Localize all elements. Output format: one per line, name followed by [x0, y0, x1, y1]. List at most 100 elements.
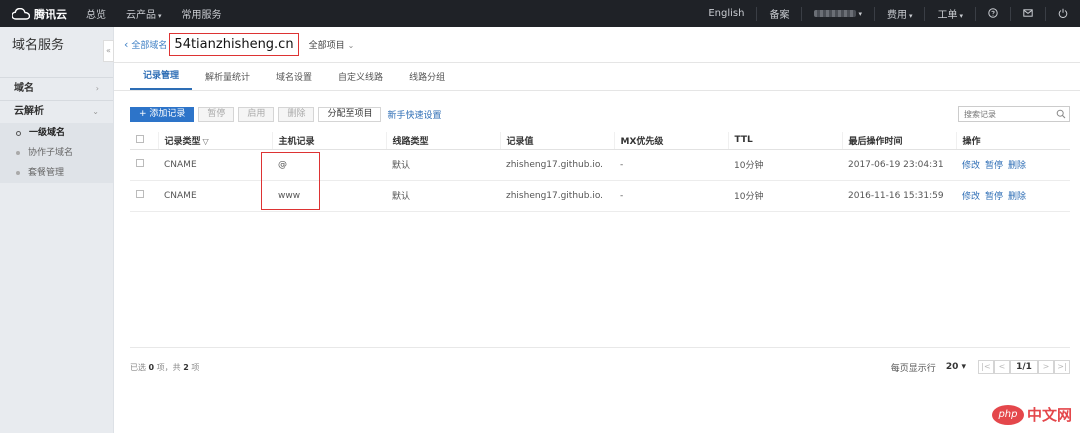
blurred-account-name — [814, 9, 857, 17]
edit-link[interactable]: 修改 — [962, 192, 980, 202]
delete-link[interactable]: 删除 — [1008, 161, 1026, 171]
power-button[interactable] — [1046, 8, 1080, 19]
sidebar-item-primary-domain[interactable]: 一级域名 — [0, 123, 113, 143]
nav-ticket-label: 工单 — [937, 10, 958, 21]
pause-link[interactable]: 暂停 — [985, 192, 1003, 202]
page-size-label: 每页显示行 — [890, 363, 936, 374]
tab-custom-lines[interactable]: 自定义线路 — [325, 70, 396, 90]
chevron-left-icon: < — [998, 362, 1006, 371]
add-record-button[interactable]: + 添加记录 — [130, 107, 195, 122]
sidebar-item-domain[interactable]: 域名 › — [0, 78, 113, 100]
table-footer: 已选 0 项，共 2 项 每页显示行 20 ▾ |< < 1/1 > >| — [130, 347, 1070, 387]
nav-common-services[interactable]: 常用服务 — [172, 6, 232, 21]
top-nav-right: English 备案 ▾ 费用 ▾ 工单 ▾ — [696, 0, 1080, 27]
nav-account[interactable]: ▾ — [802, 8, 874, 19]
nav-fee-label: 费用 — [886, 10, 907, 21]
summary-mid: 项，共 — [156, 363, 181, 372]
breadcrumb: ‹ 全部域名 54tianzhisheng.cn 全部项目 ⌄ — [114, 27, 1080, 63]
brand-logo[interactable]: 腾讯云 — [0, 6, 76, 22]
summary-post: 项 — [191, 363, 200, 372]
sidebar: 域名服务 « 域名 › 云解析 ⌄ 一级域名 协作子域名 套餐管理 — [0, 27, 114, 433]
first-page-button[interactable]: |< — [978, 360, 994, 374]
cell-line: 默认 — [386, 180, 500, 212]
cell-value: zhisheng17.github.io. — [500, 180, 614, 212]
pagination: 每页显示行 20 ▾ |< < 1/1 > >| — [891, 360, 1070, 374]
nav-ticket[interactable]: 工单 ▾ — [925, 6, 975, 21]
nav-beian[interactable]: 备案 — [757, 6, 801, 21]
records-table: 记录类型 ▽ 主机记录 线路类型 记录值 MX优先级 TTL 最后操作时间 操作 … — [130, 132, 1070, 212]
watermark-text: 中文网 — [1026, 406, 1072, 424]
table-row: CNAME @ 默认 zhisheng17.github.io. - 10分钟 … — [130, 149, 1070, 181]
chevron-right-icon: > — [1042, 362, 1050, 371]
nav-fee[interactable]: 费用 ▾ — [875, 6, 925, 21]
bullet-icon — [16, 151, 20, 155]
sidebar-item-dns[interactable]: 云解析 ⌄ — [0, 101, 113, 123]
page-size-select[interactable]: 20 ▾ — [946, 362, 966, 372]
tab-statistics[interactable]: 解析量统计 — [192, 70, 263, 90]
quick-setup-link[interactable]: 新手快速设置 — [387, 108, 441, 121]
sidebar-group: 域名 › — [0, 77, 113, 100]
messages-button[interactable] — [1011, 8, 1045, 19]
edit-link[interactable]: 修改 — [962, 161, 980, 171]
main-content: ‹ 全部域名 54tianzhisheng.cn 全部项目 ⌄ 记录管理 解析量统计… — [114, 27, 1080, 433]
select-all-checkbox[interactable] — [136, 134, 144, 143]
back-to-all-domains[interactable]: ‹ 全部域名 — [124, 38, 167, 51]
chevron-left-icon: ‹ — [124, 38, 129, 51]
nav-products[interactable]: 云产品 ▾ — [116, 6, 172, 21]
next-page-button[interactable]: > — [1038, 360, 1054, 374]
chevron-down-icon: ⌄ — [347, 41, 355, 50]
cell-type: CNAME — [158, 180, 272, 212]
help-button[interactable] — [976, 8, 1010, 19]
cell-line: 默认 — [386, 149, 500, 181]
tab-records[interactable]: 记录管理 — [130, 68, 193, 90]
chevron-right-icon: › — [95, 84, 99, 93]
sidebar-item-package[interactable]: 套餐管理 — [0, 163, 113, 183]
selection-summary: 已选 0 项，共 2 项 — [130, 362, 199, 373]
col-type-label: 记录类型 — [164, 136, 201, 147]
nav-overview[interactable]: 总览 — [76, 6, 116, 21]
search-icon[interactable] — [1056, 109, 1066, 119]
cell-time: 2017-06-19 23:04:31 — [842, 149, 956, 181]
row-checkbox[interactable] — [136, 159, 144, 167]
bullet-icon — [16, 171, 20, 175]
last-page-button[interactable]: >| — [1054, 360, 1070, 374]
cell-ops: 修改 暂停 删除 — [956, 180, 1070, 212]
cell-host: @ — [272, 149, 386, 181]
sidebar-item-collab-subdomain[interactable]: 协作子域名 — [0, 143, 113, 163]
project-label: 全部项目 — [308, 41, 345, 51]
first-page-icon: |< — [981, 362, 991, 371]
table-header-row: 记录类型 ▽ 主机记录 线路类型 记录值 MX优先级 TTL 最后操作时间 操作 — [130, 132, 1070, 150]
cloud-logo-icon — [12, 7, 30, 20]
sidebar-item-label: 协作子域名 — [28, 148, 74, 158]
brand-name: 腾讯云 — [34, 7, 67, 21]
selected-count: 0 — [148, 363, 155, 372]
assign-project-button[interactable]: 分配至项目 — [318, 107, 382, 122]
filter-icon[interactable]: ▽ — [203, 137, 209, 146]
prev-page-button[interactable]: < — [994, 360, 1010, 374]
cell-ops: 修改 暂停 删除 — [956, 149, 1070, 181]
sidebar-collapse-button[interactable]: « — [103, 40, 114, 62]
tab-bar: 记录管理 解析量统计 域名设置 自定义线路 线路分组 — [114, 63, 1080, 91]
enable-button[interactable]: 启用 — [238, 107, 275, 122]
bullet-icon — [16, 130, 21, 136]
sidebar-item-label: 套餐管理 — [28, 168, 65, 178]
sidebar-item-label: 一级域名 — [29, 128, 66, 138]
search-input[interactable] — [959, 107, 1055, 121]
row-checkbox[interactable] — [136, 190, 144, 198]
tab-domain-settings[interactable]: 域名设置 — [263, 70, 325, 90]
cell-time: 2016-11-16 15:31:59 — [842, 180, 956, 212]
pause-button[interactable]: 暂停 — [198, 107, 235, 122]
sidebar-title: 域名服务 — [12, 38, 65, 53]
power-icon — [1058, 8, 1068, 18]
page-indicator: 1/1 — [1010, 360, 1038, 374]
nav-english[interactable]: English — [696, 8, 756, 19]
pause-link[interactable]: 暂停 — [985, 161, 1003, 171]
col-type[interactable]: 记录类型 ▽ — [157, 132, 272, 150]
delete-button[interactable]: 删除 — [278, 107, 315, 122]
col-value: 记录值 — [499, 132, 614, 150]
row-select-cell — [130, 180, 158, 212]
tab-line-groups[interactable]: 线路分组 — [396, 70, 458, 90]
delete-link[interactable]: 删除 — [1008, 192, 1026, 202]
project-selector[interactable]: 全部项目 ⌄ — [309, 38, 355, 51]
chevron-down-icon: ▾ — [958, 362, 966, 372]
